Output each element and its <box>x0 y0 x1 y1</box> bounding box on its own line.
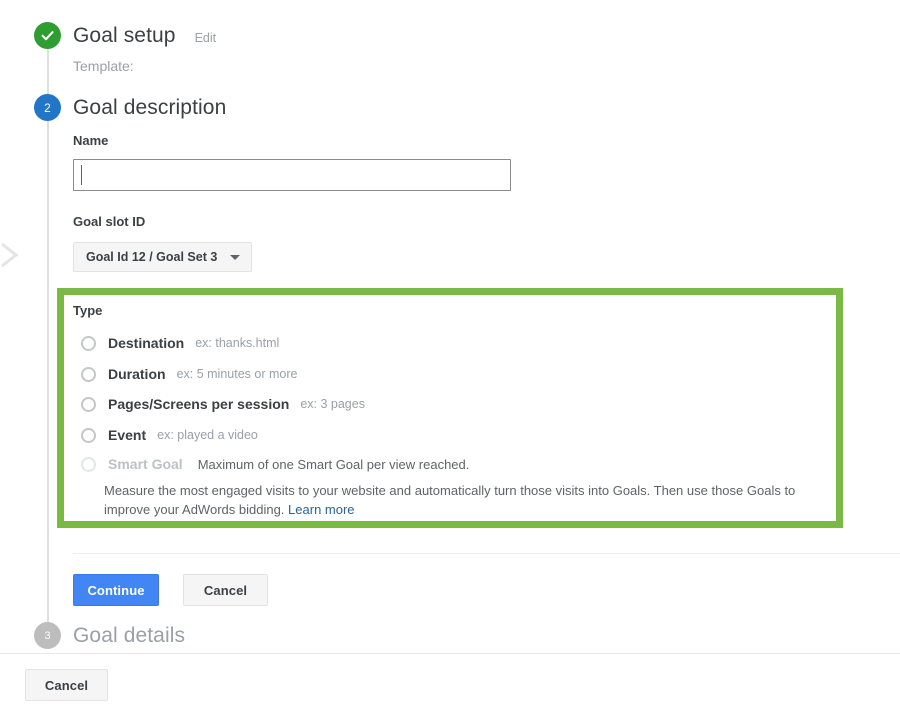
footer-divider <box>0 653 900 654</box>
type-option-pages-screens-per-session[interactable]: Pages/Screens per session ex: 3 pages <box>81 396 365 412</box>
smart-goal-description: Measure the most engaged visits to your … <box>104 481 826 519</box>
step-1-title: Goal setup <box>73 24 176 47</box>
name-input[interactable] <box>73 159 511 191</box>
step-1-badge-completed <box>34 22 61 49</box>
continue-button[interactable]: Continue <box>73 574 159 606</box>
step-1-template-line: Template: <box>73 58 134 74</box>
type-option-destination[interactable]: Destination ex: thanks.html <box>81 335 279 351</box>
smart-goal-description-text: Measure the most engaged visits to your … <box>104 483 796 517</box>
type-section-label: Type <box>73 303 103 318</box>
type-option-label: Destination <box>108 335 185 351</box>
checkmark-icon <box>41 31 54 41</box>
name-field-label: Name <box>73 133 109 148</box>
radio-icon <box>81 456 96 472</box>
chevron-down-icon <box>230 254 241 260</box>
type-option-smart-goal: Smart Goal Maximum of one Smart Goal per… <box>81 456 469 472</box>
radio-icon[interactable] <box>81 396 96 412</box>
goal-slot-id-label: Goal slot ID <box>73 214 146 229</box>
goal-slot-id-value: Goal Id 12 / Goal Set 3 <box>86 250 218 264</box>
step-2-divider <box>73 553 900 554</box>
footer-cancel-button[interactable]: Cancel <box>25 669 108 701</box>
name-input-text-cursor <box>81 165 82 185</box>
type-option-label: Duration <box>108 366 166 382</box>
step-1-edit-link[interactable]: Edit <box>195 31 217 45</box>
type-option-hint: ex: played a video <box>157 428 258 442</box>
type-option-hint: Maximum of one Smart Goal per view reach… <box>197 456 470 472</box>
type-option-hint: ex: 5 minutes or more <box>176 367 298 381</box>
learn-more-link[interactable]: Learn more <box>288 502 354 517</box>
type-option-label: Smart Goal <box>108 456 183 472</box>
step-3-badge-pending: 3 <box>34 622 61 649</box>
step-2-title: Goal description <box>73 96 227 119</box>
radio-icon[interactable] <box>81 366 96 382</box>
chevron-right-icon <box>1 242 19 268</box>
radio-icon[interactable] <box>81 427 96 443</box>
step-1-header: Goal setup Edit <box>73 24 216 48</box>
type-option-hint: ex: thanks.html <box>195 336 280 350</box>
type-option-label: Event <box>108 427 147 443</box>
radio-icon[interactable] <box>81 335 96 351</box>
type-option-event[interactable]: Event ex: played a video <box>81 427 258 443</box>
goal-slot-id-select[interactable]: Goal Id 12 / Goal Set 3 <box>73 242 253 272</box>
step-3-title: Goal details <box>73 624 186 647</box>
sidebar-collapse-handle[interactable] <box>0 238 22 272</box>
step-connector-rail <box>47 46 49 636</box>
type-option-label: Pages/Screens per session <box>108 396 290 412</box>
type-option-duration[interactable]: Duration ex: 5 minutes or more <box>81 366 297 382</box>
step-2-badge-active: 2 <box>34 94 61 121</box>
type-option-hint: ex: 3 pages <box>300 397 365 411</box>
cancel-button[interactable]: Cancel <box>183 574 268 606</box>
